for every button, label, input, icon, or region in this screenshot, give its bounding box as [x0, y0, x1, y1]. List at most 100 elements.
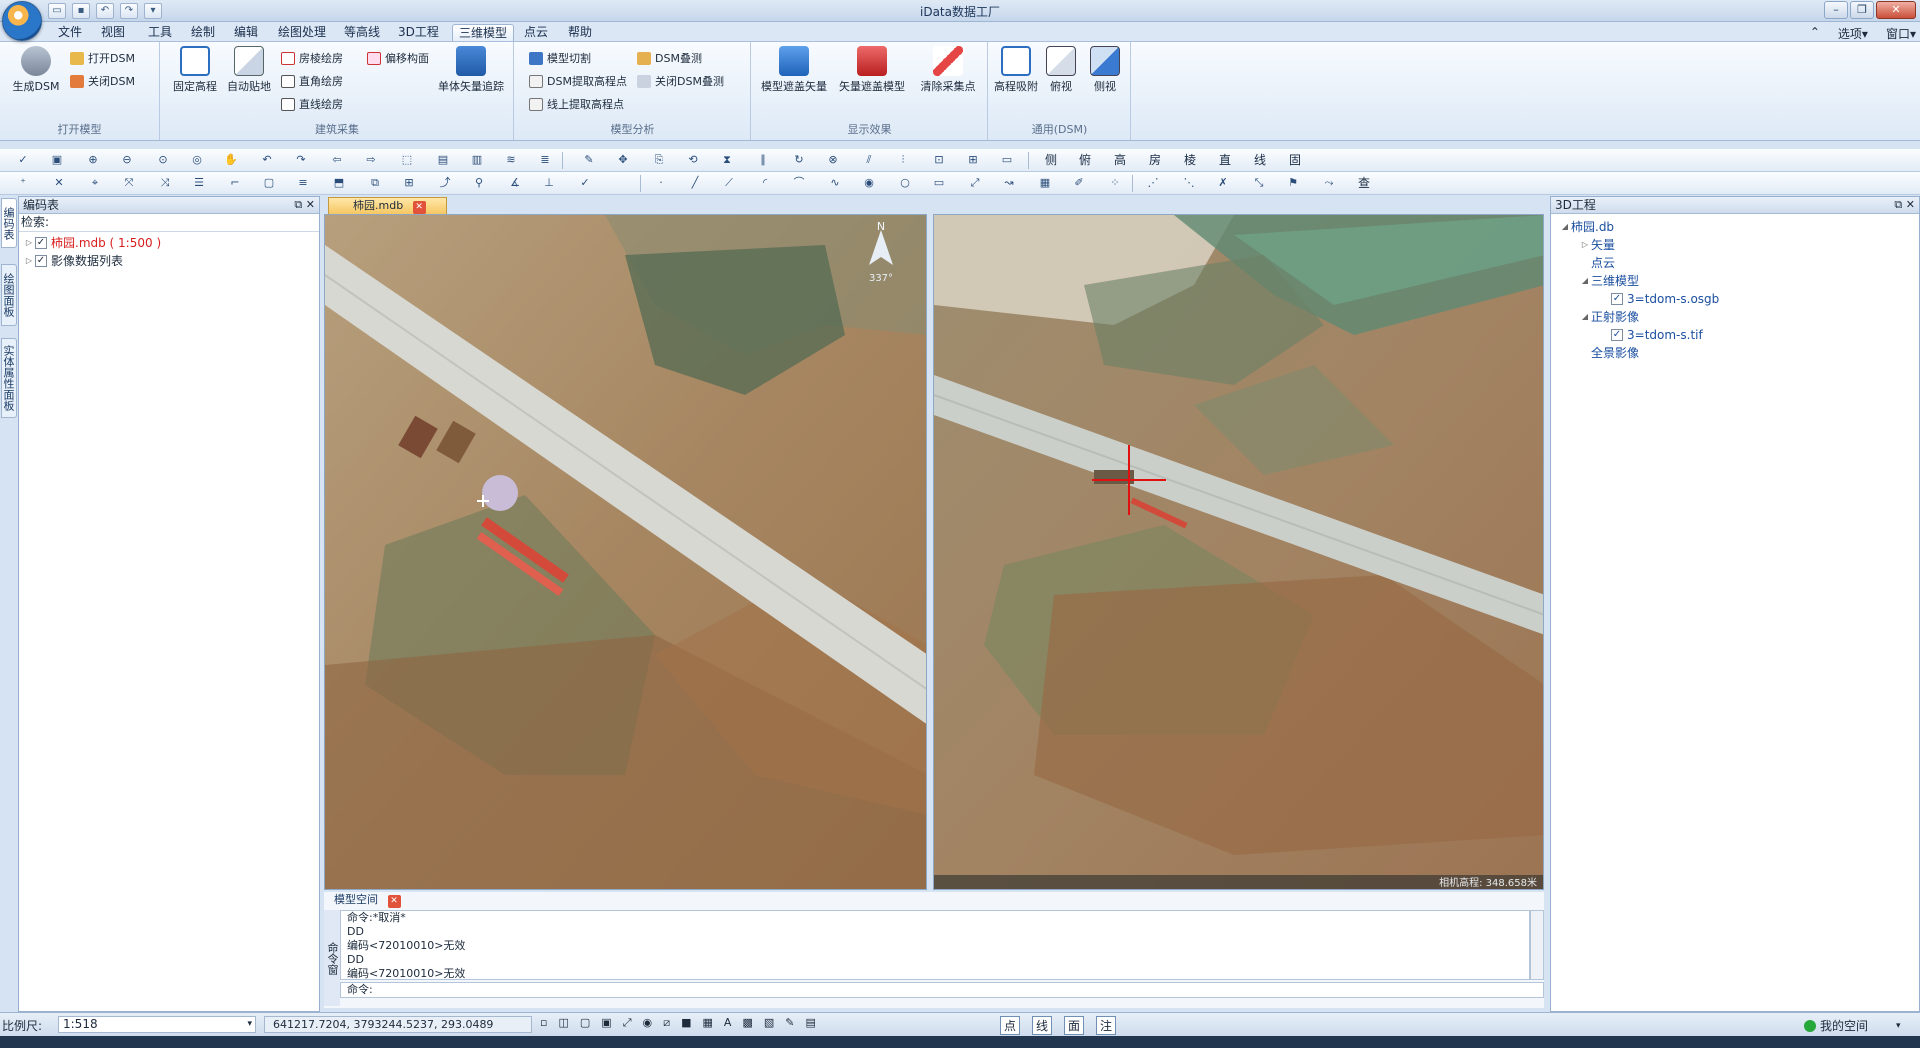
cross-line-icon[interactable]: ✗ — [1214, 175, 1232, 191]
tree-node-point-cloud[interactable]: 点云 — [1559, 254, 1911, 272]
angle-icon[interactable]: ∡ — [506, 175, 524, 191]
dash-line-2-icon[interactable]: ⋱ — [1180, 175, 1198, 191]
document-tab[interactable]: 柿园.mdb ✕ — [328, 197, 447, 214]
rgb-icon[interactable]: ▤ — [805, 1016, 815, 1030]
circle-point-icon[interactable]: ◉ — [860, 175, 878, 191]
move-icon[interactable]: ✥ — [614, 152, 632, 168]
grid-icon[interactable]: ▦ — [703, 1016, 713, 1030]
dsm-overlay-button[interactable]: DSM叠测 — [637, 50, 702, 66]
zoom-window-icon[interactable]: ⊙ — [154, 152, 172, 168]
close-tab-icon[interactable]: ✕ — [412, 201, 426, 214]
search-input[interactable] — [53, 216, 303, 230]
checkbox[interactable]: ✓ — [35, 255, 47, 267]
grid-snap-icon[interactable]: ▫ — [540, 1016, 547, 1030]
pin-icon[interactable]: ⚲ — [470, 175, 488, 191]
mirror-icon[interactable]: ⧗ — [718, 152, 736, 168]
close-panel-icon[interactable]: ✕ — [1906, 198, 1915, 211]
model-3d-view[interactable]: 相机高程: 348.658米 — [933, 214, 1544, 890]
list-icon[interactable]: ≡ — [294, 175, 312, 191]
checkbox[interactable]: ✓ — [1611, 293, 1623, 305]
text-icon[interactable]: A — [724, 1016, 732, 1030]
generate-dsm-button[interactable]: 生成DSM — [8, 46, 64, 94]
close-button[interactable]: ✕ — [1876, 1, 1916, 19]
right-angle-house-button[interactable]: 直角绘房 — [281, 73, 343, 89]
elevation-snap-button[interactable]: 高程吸附 — [991, 46, 1041, 94]
tool-query[interactable]: 查 — [1358, 175, 1370, 191]
copy-icon[interactable]: ⎘ — [650, 152, 668, 168]
checkbox[interactable]: ✓ — [35, 237, 47, 249]
menu-file[interactable]: 文件 — [52, 24, 88, 41]
menu-3d-project[interactable]: 3D工程 — [392, 24, 445, 41]
tree-node-panorama[interactable]: 全景影像 — [1559, 344, 1911, 362]
trim-icon[interactable]: ⫶ — [894, 152, 912, 168]
window-menu[interactable]: 窗口▾ — [1886, 25, 1916, 42]
close-panel-icon[interactable]: ✕ — [306, 198, 315, 211]
rotate-icon[interactable]: ↻ — [790, 152, 808, 168]
menu-edit[interactable]: 编辑 — [228, 24, 264, 41]
frame-select-icon[interactable]: ⬒ — [330, 175, 348, 191]
expand-icon[interactable]: ▷ — [23, 234, 35, 252]
print-icon[interactable]: ▤ — [434, 152, 452, 168]
mode-note-button[interactable]: 注 — [1096, 1016, 1117, 1035]
hatch-icon[interactable]: ▦ — [1036, 175, 1054, 191]
path-icon[interactable]: ⤴ — [436, 175, 454, 191]
hatch-icon[interactable]: ▩ — [742, 1016, 752, 1030]
single-vector-trace-button[interactable]: 单体矢量追踪 — [433, 46, 509, 94]
edge-house-button[interactable]: 房棱绘房 — [281, 50, 343, 66]
side-view-button[interactable]: 侧视 — [1083, 46, 1127, 94]
collapse-icon[interactable]: ◢ — [1579, 272, 1591, 290]
float-icon[interactable]: ⧉ — [1894, 198, 1902, 211]
help-chevron-icon[interactable]: ⌃ — [1810, 25, 1820, 42]
pen-icon[interactable]: ✎ — [785, 1016, 794, 1030]
marker-icon[interactable]: ⚑ — [1284, 175, 1302, 191]
app-menu-button[interactable] — [2, 1, 42, 41]
vtab-entity-attributes[interactable]: 实体属性面板 — [1, 338, 17, 418]
circle-icon[interactable]: ○ — [896, 175, 914, 191]
tree-node-3d-model[interactable]: ◢ 三维模型 — [1559, 272, 1911, 290]
collapse-icon[interactable]: ◢ — [1579, 308, 1591, 326]
menu-draw[interactable]: 绘制 — [185, 24, 221, 41]
menu-view[interactable]: 视图 — [95, 24, 131, 41]
tool-height[interactable]: 高 — [1114, 152, 1126, 168]
pick-icon[interactable]: ✓ — [14, 152, 32, 168]
vtab-drawing-panel[interactable]: 绘图面板 — [1, 264, 17, 326]
mode-point-button[interactable]: 点 — [1000, 1016, 1021, 1035]
check-icon[interactable]: ✓ — [576, 175, 594, 191]
curve-icon[interactable]: ∿ — [826, 175, 844, 191]
export-icon[interactable]: ⇨ — [362, 152, 380, 168]
delete-node-icon[interactable]: ✕ — [50, 175, 68, 191]
auto-ground-button[interactable]: 自动贴地 — [221, 46, 277, 94]
zoom-out-icon[interactable]: ⊖ — [118, 152, 136, 168]
route-icon[interactable]: ⤳ — [1320, 175, 1338, 191]
line-house-button[interactable]: 直线绘房 — [281, 96, 343, 112]
rotate-box-icon[interactable]: ⟲ — [684, 152, 702, 168]
mode-line-button[interactable]: 线 — [1032, 1016, 1053, 1035]
cross-select-icon[interactable]: ⊞ — [400, 175, 418, 191]
layer-props-icon[interactable]: ≣ — [536, 152, 554, 168]
tool-edge[interactable]: 棱 — [1184, 152, 1196, 168]
tool-top[interactable]: 俯 — [1079, 152, 1091, 168]
dimension-icon[interactable]: ⤢ — [966, 175, 984, 191]
break-icon[interactable]: ⫽ — [860, 152, 878, 168]
close-model-space-icon[interactable]: ✕ — [387, 895, 401, 908]
fill-icon[interactable]: ■ — [681, 1016, 691, 1030]
ortho-icon[interactable]: ◫ — [558, 1016, 568, 1030]
expand-icon[interactable]: ▷ — [1579, 236, 1591, 254]
tree-node-vector[interactable]: ▷ 矢量 — [1559, 236, 1911, 254]
layers-icon[interactable]: ≋ — [502, 152, 520, 168]
polyline-icon[interactable]: ⟋ — [720, 175, 738, 191]
perpendicular-icon[interactable]: ⊥ — [540, 175, 558, 191]
rectangle-icon[interactable]: ▭ — [930, 175, 948, 191]
tree-node-osgb[interactable]: ✓ 3=tdom-s.osgb — [1559, 290, 1911, 308]
slash-icon[interactable]: ⧄ — [663, 1016, 670, 1030]
maximize-button[interactable]: ❐ — [1850, 1, 1874, 19]
tree-node-orthophoto[interactable]: ◢ 正射影像 — [1559, 308, 1911, 326]
collapse-icon[interactable]: ◢ — [1559, 218, 1571, 236]
tree-node-tif[interactable]: ✓ 3=tdom-s.tif — [1559, 326, 1911, 344]
image-icon[interactable]: ▧ — [764, 1016, 774, 1030]
tool-straight[interactable]: 直 — [1219, 152, 1231, 168]
clear-capture-points-button[interactable]: 清除采集点 — [912, 46, 984, 94]
snap-node-icon[interactable]: ⌖ — [86, 175, 104, 191]
polar-icon[interactable]: ▢ — [580, 1016, 590, 1030]
tree-node-image-list[interactable]: ▷ ✓ 影像数据列表 — [23, 252, 315, 270]
